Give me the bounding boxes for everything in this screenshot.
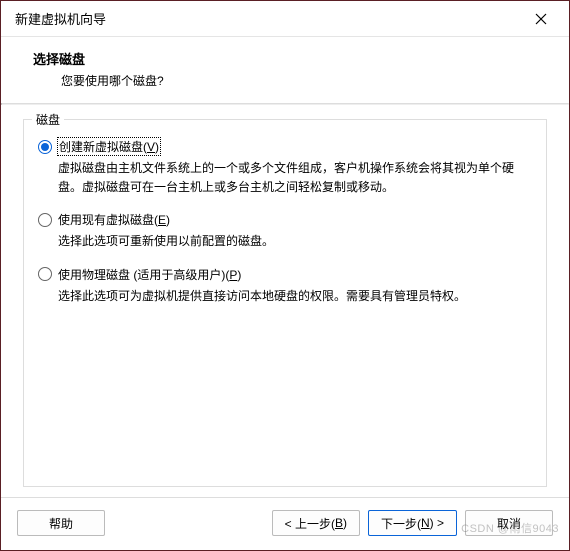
next-button[interactable]: 下一步(N) > bbox=[368, 510, 457, 536]
close-icon bbox=[535, 13, 547, 25]
help-button[interactable]: 帮助 bbox=[17, 510, 105, 536]
desc-create-new-disk: 虚拟磁盘由主机文件系统上的一个或多个文件组成，客户机操作系统会将其视为单个硬盘。… bbox=[38, 159, 532, 197]
page-title: 选择磁盘 bbox=[23, 49, 547, 68]
page-subtitle: 您要使用哪个磁盘? bbox=[23, 72, 547, 89]
content-area: 磁盘 创建新虚拟磁盘(V) 虚拟磁盘由主机文件系统上的一个或多个文件组成，客户机… bbox=[1, 105, 569, 497]
desc-use-physical-disk: 选择此选项可为虚拟机提供直接访问本地硬盘的权限。需要具有管理员特权。 bbox=[38, 287, 532, 306]
option-use-existing-disk: 使用现有虚拟磁盘(E) 选择此选项可重新使用以前配置的磁盘。 bbox=[38, 211, 532, 251]
label-use-physical-disk[interactable]: 使用物理磁盘 (适用于高级用户)(P) bbox=[58, 266, 241, 283]
titlebar: 新建虚拟机向导 bbox=[1, 1, 569, 37]
back-button[interactable]: < 上一步(B) bbox=[272, 510, 360, 536]
label-use-existing-disk[interactable]: 使用现有虚拟磁盘(E) bbox=[58, 211, 170, 228]
cancel-button[interactable]: 取消 bbox=[465, 510, 553, 536]
radio-create-new-disk[interactable] bbox=[38, 140, 52, 154]
label-create-new-disk[interactable]: 创建新虚拟磁盘(V) bbox=[58, 138, 160, 155]
disk-groupbox: 磁盘 创建新虚拟磁盘(V) 虚拟磁盘由主机文件系统上的一个或多个文件组成，客户机… bbox=[23, 119, 547, 487]
groupbox-label: 磁盘 bbox=[32, 111, 64, 128]
option-create-new-disk: 创建新虚拟磁盘(V) 虚拟磁盘由主机文件系统上的一个或多个文件组成，客户机操作系… bbox=[38, 138, 532, 197]
close-button[interactable] bbox=[521, 4, 561, 34]
window-title: 新建虚拟机向导 bbox=[15, 9, 521, 28]
radio-use-physical-disk[interactable] bbox=[38, 267, 52, 281]
wizard-footer: 帮助 < 上一步(B) 下一步(N) > 取消 bbox=[1, 497, 569, 550]
radio-use-existing-disk[interactable] bbox=[38, 213, 52, 227]
wizard-window: 新建虚拟机向导 选择磁盘 您要使用哪个磁盘? 磁盘 创建新虚拟磁盘(V) 虚拟磁… bbox=[0, 0, 570, 551]
option-use-physical-disk: 使用物理磁盘 (适用于高级用户)(P) 选择此选项可为虚拟机提供直接访问本地硬盘… bbox=[38, 266, 532, 306]
wizard-header: 选择磁盘 您要使用哪个磁盘? bbox=[1, 37, 569, 103]
desc-use-existing-disk: 选择此选项可重新使用以前配置的磁盘。 bbox=[38, 232, 532, 251]
